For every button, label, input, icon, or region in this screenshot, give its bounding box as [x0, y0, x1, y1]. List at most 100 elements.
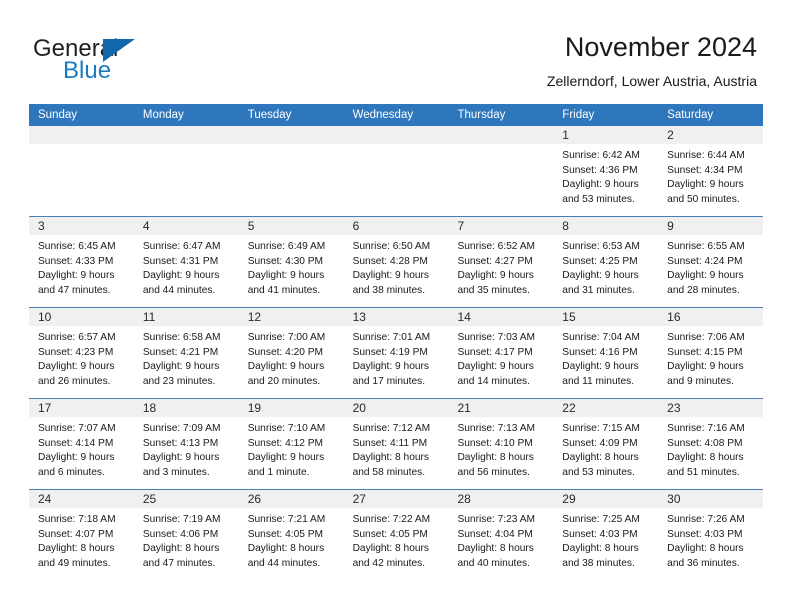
day-daylight2-text: and 50 minutes.	[667, 193, 740, 205]
day-daylight1-text: Daylight: 9 hours	[667, 179, 744, 191]
page-subtitle: Zellerndorf, Lower Austria, Austria	[546, 73, 757, 89]
day-details: Sunrise: 6:49 AM Sunset: 4:30 PM Daylight:…	[239, 235, 344, 298]
calendar-day-cell[interactable]: 13 Sunrise: 7:01 AM Sunset: 4:19 PM Dayligh…	[343, 308, 449, 398]
day-sunset-text: Sunset: 4:10 PM	[457, 437, 533, 449]
general-blue-logo[interactable]: General Blue	[33, 36, 203, 88]
day-number: 6	[352, 219, 360, 233]
day-details: Sunrise: 7:26 AM Sunset: 4:03 PM Daylight:…	[658, 508, 763, 571]
day-number-band: 14	[448, 308, 554, 326]
day-daylight2-text: and 38 minutes.	[352, 284, 426, 296]
calendar-day-cell[interactable]: 6 Sunrise: 6:50 AM Sunset: 4:28 PM Daylight…	[343, 217, 449, 307]
day-number-band: 28	[448, 490, 554, 508]
day-details: Sunrise: 6:45 AM Sunset: 4:33 PM Daylight:…	[29, 235, 134, 298]
day-details: Sunrise: 7:16 AM Sunset: 4:08 PM Daylight:…	[658, 417, 763, 480]
day-sunrise-text: Sunrise: 7:16 AM	[667, 423, 745, 434]
day-number: 20	[352, 401, 366, 415]
day-of-week-header: Monday	[142, 109, 184, 121]
calendar-day-cell[interactable]: 9 Sunrise: 6:55 AM Sunset: 4:24 PM Daylight…	[658, 217, 764, 307]
day-daylight2-text: and 31 minutes.	[562, 284, 635, 296]
calendar-day-cell[interactable]: 15 Sunrise: 7:04 AM Sunset: 4:16 PM Dayligh…	[553, 308, 659, 398]
day-sunrise-text: Sunrise: 7:00 AM	[247, 332, 326, 343]
calendar-day-cell[interactable]: 20 Sunrise: 7:12 AM Sunset: 4:11 PM Dayligh…	[343, 399, 449, 489]
day-number: 17	[38, 401, 52, 415]
day-daylight2-text: and 20 minutes.	[247, 375, 321, 387]
calendar-day-cell[interactable]: 23 Sunrise: 7:16 AM Sunset: 4:08 PM Dayligh…	[658, 399, 764, 489]
calendar-day-cell[interactable]: 14 Sunrise: 7:03 AM Sunset: 4:17 PM Dayligh…	[448, 308, 554, 398]
calendar-day-cell[interactable]: 21 Sunrise: 7:13 AM Sunset: 4:10 PM Dayligh…	[448, 399, 554, 489]
day-number-band: 2	[658, 126, 764, 144]
calendar-day-cell[interactable]: 3 Sunrise: 6:45 AM Sunset: 4:33 PM Daylight…	[29, 217, 134, 307]
day-sunrise-text: Sunrise: 6:50 AM	[352, 241, 431, 252]
day-sunset-text: Sunset: 4:05 PM	[352, 528, 428, 540]
day-number-band: 21	[448, 399, 554, 417]
day-sunset-text: Sunset: 4:28 PM	[352, 255, 428, 267]
day-details: Sunrise: 7:22 AM Sunset: 4:05 PM Daylight:…	[344, 508, 449, 571]
day-daylight1-text: Daylight: 8 hours	[352, 452, 430, 464]
calendar-day-cell[interactable]: 11 Sunrise: 6:58 AM Sunset: 4:21 PM Dayligh…	[133, 308, 239, 398]
day-daylight2-text: and 11 minutes.	[562, 375, 635, 387]
day-sunrise-text: Sunrise: 7:18 AM	[38, 514, 116, 525]
day-number: 14	[457, 310, 471, 324]
day-sunset-text: Sunset: 4:07 PM	[38, 528, 114, 540]
day-sunrise-text: Sunrise: 7:06 AM	[667, 332, 745, 343]
day-sunrise-text: Sunrise: 7:01 AM	[352, 332, 431, 343]
calendar-day-cell[interactable]: 2 Sunrise: 6:44 AM Sunset: 4:34 PM Daylight…	[658, 126, 764, 216]
day-daylight1-text: Daylight: 9 hours	[457, 270, 534, 282]
calendar-day-cell[interactable]: 5 Sunrise: 6:49 AM Sunset: 4:30 PM Daylight…	[238, 217, 344, 307]
calendar-day-cell[interactable]: 16 Sunrise: 7:06 AM Sunset: 4:15 PM Dayligh…	[658, 308, 764, 398]
calendar-day-cell[interactable]: 27 Sunrise: 7:22 AM Sunset: 4:05 PM Dayligh…	[343, 490, 449, 580]
day-sunset-text: Sunset: 4:15 PM	[667, 346, 743, 358]
day-details: Sunrise: 7:12 AM Sunset: 4:11 PM Daylight:…	[344, 417, 449, 480]
day-details: Sunrise: 7:04 AM Sunset: 4:16 PM Daylight:…	[553, 326, 658, 389]
day-sunset-text: Sunset: 4:27 PM	[457, 255, 533, 267]
day-sunset-text: Sunset: 4:13 PM	[142, 437, 219, 449]
day-number-band: 20	[343, 399, 449, 417]
calendar-day-cell[interactable]: 12 Sunrise: 7:00 AM Sunset: 4:20 PM Dayligh…	[238, 308, 344, 398]
day-daylight2-text: and 42 minutes.	[352, 557, 426, 569]
day-daylight2-text: and 1 minute.	[247, 466, 310, 478]
day-daylight1-text: Daylight: 8 hours	[562, 543, 639, 555]
day-daylight1-text: Daylight: 9 hours	[38, 270, 115, 282]
day-daylight2-text: and 14 minutes.	[457, 375, 530, 387]
day-daylight1-text: Daylight: 9 hours	[457, 361, 534, 373]
day-number-band: 25	[133, 490, 239, 508]
day-number-band: 30	[658, 490, 764, 508]
calendar-day-cell[interactable]: 4 Sunrise: 6:47 AM Sunset: 4:31 PM Daylight…	[133, 217, 239, 307]
calendar-day-cell[interactable]: 26 Sunrise: 7:21 AM Sunset: 4:05 PM Dayligh…	[238, 490, 344, 580]
day-number: 16	[667, 310, 681, 324]
calendar-day-cell[interactable]: 10 Sunrise: 6:57 AM Sunset: 4:23 PM Dayligh…	[29, 308, 134, 398]
day-daylight2-text: and 36 minutes.	[667, 557, 740, 569]
day-number: 25	[142, 492, 157, 506]
calendar-week-row: 3 Sunrise: 6:45 AM Sunset: 4:33 PM Daylight…	[29, 216, 764, 307]
day-sunset-text: Sunset: 4:36 PM	[562, 164, 638, 176]
day-sunset-text: Sunset: 4:33 PM	[38, 255, 114, 267]
calendar-day-cell[interactable]: 7 Sunrise: 6:52 AM Sunset: 4:27 PM Daylight…	[448, 217, 554, 307]
day-sunrise-text: Sunrise: 7:23 AM	[457, 514, 536, 525]
calendar-day-cell[interactable]: 28 Sunrise: 7:23 AM Sunset: 4:04 PM Dayligh…	[448, 490, 554, 580]
day-daylight2-text: and 23 minutes.	[142, 375, 216, 387]
day-details: Sunrise: 7:09 AM Sunset: 4:13 PM Daylight:…	[134, 417, 239, 480]
day-number: 9	[667, 219, 674, 233]
day-number-band: 22	[553, 399, 659, 417]
calendar-day-cell[interactable]: 25 Sunrise: 7:19 AM Sunset: 4:06 PM Dayligh…	[133, 490, 239, 580]
calendar-day-cell[interactable]: 8 Sunrise: 6:53 AM Sunset: 4:25 PM Daylight…	[553, 217, 659, 307]
day-sunrise-text: Sunrise: 6:44 AM	[667, 150, 745, 161]
day-daylight2-text: and 3 minutes.	[142, 466, 210, 478]
day-sunset-text: Sunset: 4:08 PM	[667, 437, 743, 449]
day-sunset-text: Sunset: 4:03 PM	[667, 528, 743, 540]
day-details: Sunrise: 7:01 AM Sunset: 4:19 PM Daylight:…	[344, 326, 449, 389]
calendar-day-cell[interactable]: 19 Sunrise: 7:10 AM Sunset: 4:12 PM Dayligh…	[238, 399, 344, 489]
calendar-day-cell[interactable]: 29 Sunrise: 7:25 AM Sunset: 4:03 PM Dayligh…	[553, 490, 659, 580]
calendar-day-cell[interactable]: 17 Sunrise: 7:07 AM Sunset: 4:14 PM Dayligh…	[29, 399, 134, 489]
day-number-band: 17	[29, 399, 134, 417]
calendar-day-cell[interactable]: 1 Sunrise: 6:42 AM Sunset: 4:36 PM Daylight…	[553, 126, 659, 216]
day-daylight1-text: Daylight: 8 hours	[38, 543, 115, 555]
calendar-day-cell[interactable]: 30 Sunrise: 7:26 AM Sunset: 4:03 PM Dayligh…	[658, 490, 764, 580]
day-daylight2-text: and 51 minutes.	[667, 466, 740, 478]
day-daylight1-text: Daylight: 9 hours	[142, 361, 220, 373]
calendar-day-cell[interactable]: 18 Sunrise: 7:09 AM Sunset: 4:13 PM Dayligh…	[133, 399, 239, 489]
day-number-band: 10	[29, 308, 134, 326]
day-daylight2-text: and 58 minutes.	[352, 466, 426, 478]
calendar-day-cell[interactable]: 24 Sunrise: 7:18 AM Sunset: 4:07 PM Dayligh…	[29, 490, 134, 580]
calendar-day-cell[interactable]: 22 Sunrise: 7:15 AM Sunset: 4:09 PM Dayligh…	[553, 399, 659, 489]
